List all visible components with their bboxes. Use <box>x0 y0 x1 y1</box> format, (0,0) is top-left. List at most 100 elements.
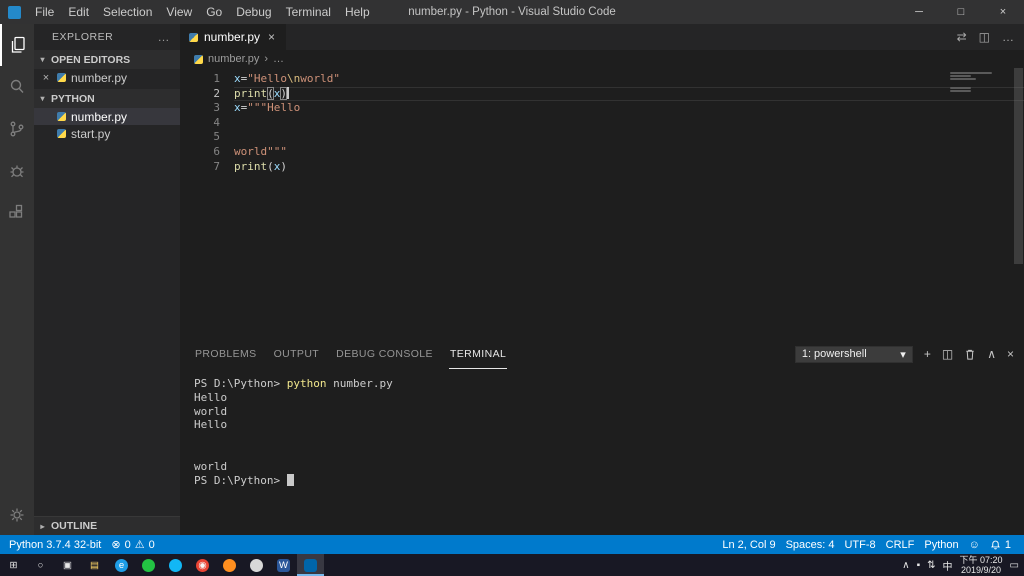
start-icon[interactable]: ⊞ <box>0 554 27 576</box>
open-changes-icon[interactable]: ⇄ <box>957 30 967 44</box>
line-content <box>234 130 1024 145</box>
line-number[interactable]: 6 <box>180 145 220 160</box>
indentation-status[interactable]: Spaces: 4 <box>781 539 840 551</box>
breadcrumb-separator-icon: › <box>264 53 269 65</box>
open-editor-item-number-py[interactable]: × number.py <box>34 69 180 86</box>
code-line[interactable]: 3 x="""Hello <box>180 101 1024 116</box>
code-line[interactable]: 1 x="Hello\nworld" <box>180 72 1024 87</box>
minimap-line <box>950 87 971 89</box>
firefox-icon[interactable] <box>216 554 243 576</box>
encoding-status[interactable]: UTF-8 <box>839 539 880 551</box>
python-icon <box>194 54 203 64</box>
search-icon[interactable] <box>0 66 34 108</box>
line-number[interactable]: 5 <box>180 130 220 145</box>
close-icon[interactable]: × <box>40 72 52 84</box>
minimap[interactable] <box>950 72 1008 93</box>
folder-python-header[interactable]: ▾ PYTHON <box>34 89 180 108</box>
explorer-actions-icon[interactable]: … <box>158 30 171 44</box>
task-view-icon[interactable]: ▣ <box>54 554 81 576</box>
tab-number-py[interactable]: number.py × <box>180 24 286 50</box>
code-line[interactable]: 6 world""" <box>180 145 1024 160</box>
search-icon[interactable]: ○ <box>27 554 54 576</box>
activity-bar <box>0 24 34 535</box>
panel-tab-output[interactable]: OUTPUT <box>273 339 321 369</box>
folder-python-label: PYTHON <box>51 92 95 105</box>
tray-app-icon[interactable]: ▪ <box>917 560 921 571</box>
code-line[interactable]: 4 <box>180 116 1024 131</box>
gray-app-icon[interactable] <box>243 554 270 576</box>
eol-status[interactable]: CRLF <box>881 539 920 551</box>
taskbar-clock[interactable]: 下午 07:20 2019/9/20 <box>960 555 1003 575</box>
terminal-line: Hello <box>194 390 228 404</box>
input-method-indicator[interactable]: 中 <box>943 558 953 573</box>
editor-scrollbar[interactable] <box>1014 68 1023 264</box>
edge-icon[interactable]: e <box>108 554 135 576</box>
new-terminal-icon[interactable]: + <box>924 347 931 361</box>
maximize-panel-icon[interactable]: ∧ <box>987 347 996 361</box>
code-line[interactable]: 7 print(x) <box>180 160 1024 175</box>
open-editors-header[interactable]: ▾ OPEN EDITORS <box>34 50 180 69</box>
error-icon: ⊗ <box>111 539 121 551</box>
menu-debug[interactable]: Debug <box>229 0 278 24</box>
outline-header[interactable]: ▸ OUTLINE <box>34 516 180 535</box>
extensions-icon[interactable] <box>0 192 34 234</box>
network-icon[interactable]: ⇅ <box>927 560 935 571</box>
python-icon <box>57 129 66 138</box>
menu-help[interactable]: Help <box>338 0 377 24</box>
panel-tab-terminal[interactable]: TERMINAL <box>448 339 508 369</box>
panel-tab-debug-console[interactable]: DEBUG CONSOLE <box>335 339 434 369</box>
code-editor[interactable]: 1 x="Hello\nworld" 2 print(x) 3 x="""Hello 4 5 6… <box>180 68 1024 339</box>
file-item-number-py[interactable]: number.py <box>34 108 180 125</box>
blue-app-icon[interactable] <box>162 554 189 576</box>
terminal-shell-select[interactable]: 1: powershell ▾ <box>794 345 913 363</box>
vscode-icon[interactable] <box>297 554 324 576</box>
menu-file[interactable]: File <box>28 0 61 24</box>
notifications-bell[interactable]: 1 <box>985 539 1016 551</box>
more-actions-icon[interactable]: … <box>1002 30 1014 44</box>
file-item-start-py[interactable]: start.py <box>34 125 180 142</box>
menu-terminal[interactable]: Terminal <box>279 0 338 24</box>
minimize-button[interactable]: ─ <box>898 0 940 24</box>
menu-edit[interactable]: Edit <box>61 0 96 24</box>
menu-view[interactable]: View <box>159 0 199 24</box>
maximize-button[interactable]: □ <box>940 0 982 24</box>
line-number[interactable]: 7 <box>180 160 220 175</box>
python-interpreter-status[interactable]: Python 3.7.4 32-bit <box>4 539 106 551</box>
line-number[interactable]: 3 <box>180 101 220 116</box>
menu-selection[interactable]: Selection <box>96 0 159 24</box>
action-center-icon[interactable]: ▭ <box>1010 560 1019 571</box>
close-button[interactable]: × <box>982 0 1024 24</box>
explorer-icon[interactable] <box>0 24 34 66</box>
language-mode-status[interactable]: Python <box>919 539 963 551</box>
notification-count: 1 <box>1004 538 1011 551</box>
chrome-icon[interactable]: ◉ <box>189 554 216 576</box>
feedback-smiley-icon[interactable]: ☺ <box>964 539 985 551</box>
code-line[interactable]: 5 <box>180 130 1024 145</box>
green-app-icon[interactable] <box>135 554 162 576</box>
debug-icon[interactable] <box>0 150 34 192</box>
menu-go[interactable]: Go <box>199 0 229 24</box>
panel-tab-problems[interactable]: PROBLEMS <box>194 339 258 369</box>
terminal[interactable]: PS D:\Python> python number.py Hello world… <box>180 369 1024 535</box>
line-number[interactable]: 2 <box>180 87 220 102</box>
tray-chevron-icon[interactable]: ∧ <box>902 560 909 571</box>
split-terminal-icon[interactable]: ◫ <box>942 347 953 361</box>
settings-gear-icon[interactable] <box>0 495 34 535</box>
word-icon[interactable]: W <box>270 554 297 576</box>
problems-status[interactable]: ⊗ 0 ⚠ 0 <box>106 538 159 552</box>
clock-date: 2019/9/20 <box>961 565 1002 575</box>
line-number[interactable]: 1 <box>180 72 220 87</box>
cursor-position-status[interactable]: Ln 2, Col 9 <box>717 539 780 551</box>
file-explorer-icon[interactable]: ▤ <box>81 554 108 576</box>
split-editor-icon[interactable]: ◫ <box>979 30 990 44</box>
breadcrumb-symbol[interactable]: … <box>273 53 284 65</box>
kill-terminal-icon[interactable] <box>964 348 976 361</box>
code-line[interactable]: 2 print(x) <box>180 86 1024 102</box>
line-number[interactable]: 4 <box>180 116 220 131</box>
error-count: 0 <box>124 538 131 551</box>
close-panel-icon[interactable]: × <box>1007 347 1014 361</box>
menu-bar: File Edit Selection View Go Debug Terminal Help <box>28 0 377 24</box>
breadcrumb-file[interactable]: number.py <box>208 53 259 65</box>
source-control-icon[interactable] <box>0 108 34 150</box>
tab-close-icon[interactable]: × <box>268 30 275 44</box>
